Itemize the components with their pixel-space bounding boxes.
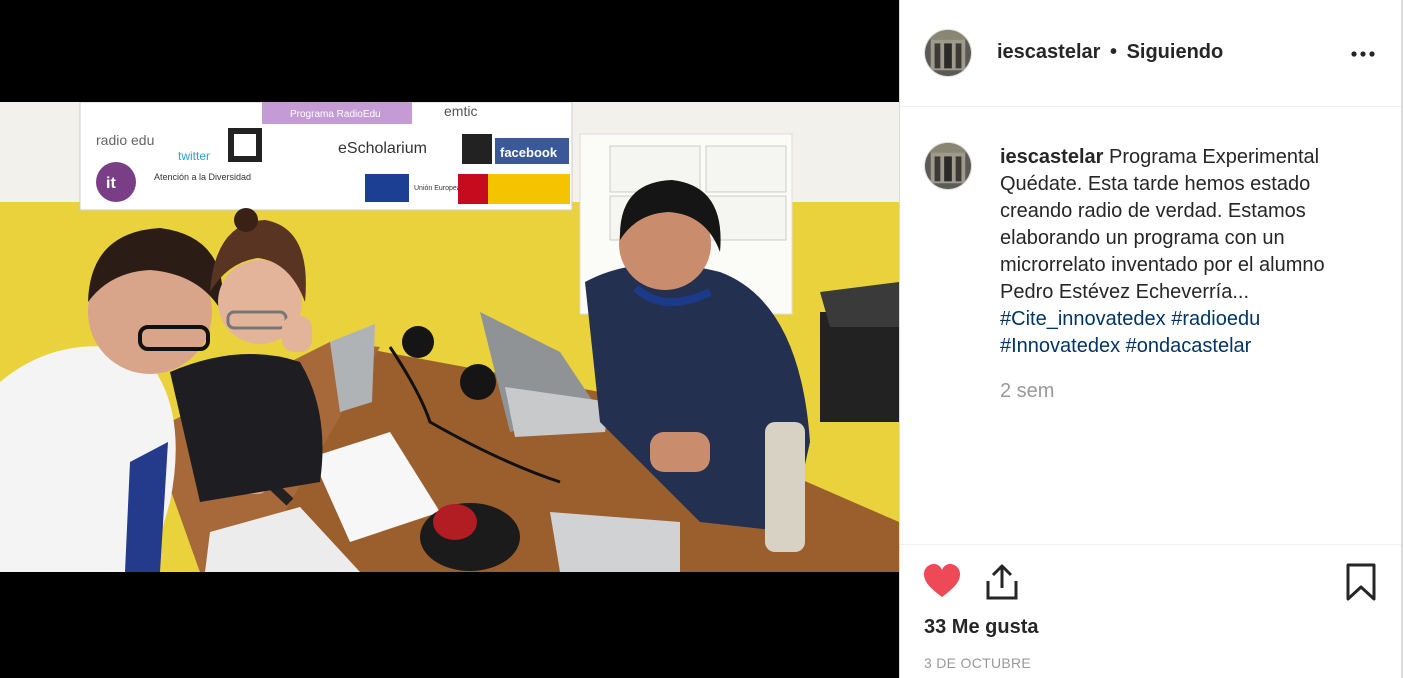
like-button[interactable] [922,563,962,599]
more-horizontal-icon [1351,51,1375,57]
banner-text-radioedu: Programa RadioEdu [290,109,381,120]
post-media-area: Programa RadioEdu emtic radio edu twitte… [0,0,899,678]
hashtag-link[interactable]: #ondacastelar [1126,335,1252,357]
following-button[interactable]: Siguiendo [1127,41,1224,63]
caption-body: Programa Experimental Quédate. Esta tard… [1000,146,1325,303]
save-button[interactable] [1345,563,1377,601]
caption-comment: iescastelar Programa Experimental Quédat… [900,108,1401,544]
hashtag-link[interactable]: #radioedu [1171,308,1260,330]
banner-text-atencion: Atención a la Diversidad [154,172,251,182]
post-actions: 33 Me gusta 3 DE OCTUBRE [900,544,1401,678]
avatar[interactable] [924,29,972,77]
caption-username[interactable]: iescastelar [1000,146,1103,168]
post-photo[interactable]: Programa RadioEdu emtic radio edu twitte… [0,102,899,572]
likes-count[interactable]: 33 Me gusta [924,616,1038,639]
share-button[interactable] [984,563,1020,601]
hashtag-link[interactable]: #Cite_innovatedex [1000,308,1166,330]
hashtag-link[interactable]: #Innovatedex [1000,335,1120,357]
post-header: iescastelar • Siguiendo [900,0,1401,107]
banner-text-union-europea: Unión Europea [414,185,461,192]
banner-text-emtic: emtic [444,103,477,119]
comment-time-ago[interactable]: 2 sem [1000,380,1054,403]
avatar-image [925,143,971,189]
header-username-line: iescastelar • Siguiendo [997,41,1223,64]
banner-text-radio-edu: radio edu [96,132,154,148]
heart-icon [924,564,960,597]
banner-text-facebook: facebook [500,145,558,160]
header-username[interactable]: iescastelar [997,41,1100,63]
banner-text-it: it [106,175,116,192]
header-separator: • [1109,41,1117,63]
banner-text-escholarium: eScholarium [338,140,427,157]
post-date[interactable]: 3 DE OCTUBRE [924,655,1031,671]
post-photo-image: Programa RadioEdu emtic radio edu twitte… [0,102,899,572]
post-details-panel: iescastelar • Siguiendo iescastelar Prog… [899,0,1403,678]
banner-text-twitter: twitter [178,149,210,163]
avatar-image [925,30,971,76]
share-icon [986,564,1018,600]
more-options-button[interactable] [1349,40,1377,68]
avatar[interactable] [924,142,972,190]
caption-text: iescastelar Programa Experimental Quédat… [1000,144,1360,360]
bookmark-icon [1346,563,1376,601]
